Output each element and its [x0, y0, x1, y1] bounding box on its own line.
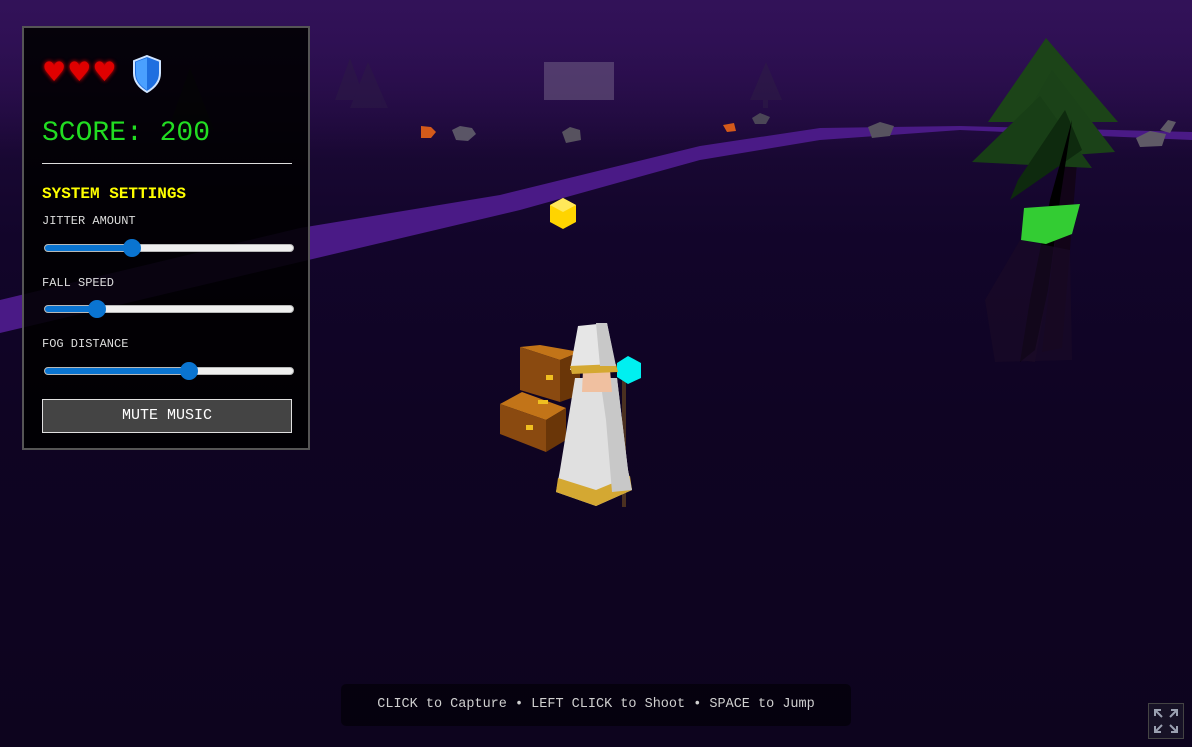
fall-speed-slider[interactable]: [44, 300, 294, 318]
game-viewport[interactable]: ♥♥♥ SCORE: 200 SYSTEM SETTINGS JITTER AM…: [0, 0, 1192, 747]
fullscreen-button[interactable]: [1148, 703, 1184, 739]
fog-distance-slider[interactable]: [44, 362, 294, 380]
mute-music-button[interactable]: MUTE MUSIC: [42, 399, 292, 433]
jitter-amount-slider[interactable]: [44, 239, 294, 257]
fullscreen-icon: [1154, 709, 1178, 733]
hud-panel: ♥♥♥ SCORE: 200 SYSTEM SETTINGS JITTER AM…: [22, 26, 310, 450]
slider-thumb[interactable]: [87, 300, 106, 318]
settings-title: SYSTEM SETTINGS: [42, 185, 187, 203]
jitter-amount-label: JITTER AMOUNT: [42, 214, 136, 228]
slider-fill: [45, 245, 133, 251]
slider-track: [44, 244, 294, 252]
hud-divider: [42, 163, 292, 164]
controls-instructions: CLICK to Capture • LEFT CLICK to Shoot •…: [341, 684, 851, 726]
slider-track: [44, 367, 294, 375]
fall-speed-label: FALL SPEED: [42, 276, 115, 290]
shield-icon: [133, 55, 161, 93]
score-display: SCORE: 200: [42, 118, 211, 149]
hearts-display: ♥♥♥: [42, 57, 118, 88]
slider-thumb[interactable]: [180, 362, 198, 380]
slider-fill: [45, 368, 190, 374]
distant-building: [544, 62, 614, 100]
slider-thumb[interactable]: [122, 239, 141, 257]
slider-track: [44, 305, 294, 313]
fog-distance-label: FOG DISTANCE: [42, 337, 129, 351]
green-flag: [1021, 204, 1080, 244]
